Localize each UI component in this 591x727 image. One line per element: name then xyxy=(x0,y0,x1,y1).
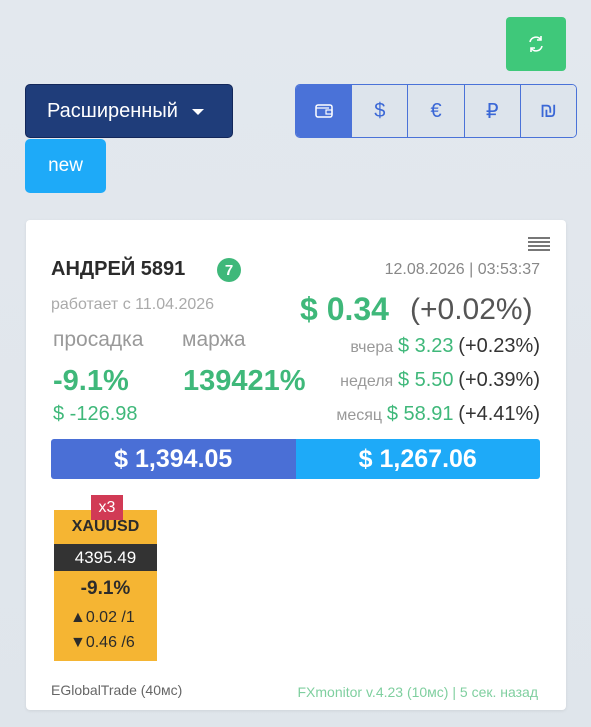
instrument-up-stat: ▲0.02 /1 xyxy=(70,609,135,626)
account-name: АНДРЕЙ 5891 xyxy=(51,258,186,280)
count-badge: 7 xyxy=(217,258,241,282)
mode-dropdown-label: Расширенный xyxy=(47,99,178,122)
currency-ils-button[interactable]: ₪ xyxy=(520,85,576,137)
multiplier-badge: x3 xyxy=(91,495,123,520)
period-percent: (+0.39%) xyxy=(458,369,540,391)
instrument-down-stat: ▼0.46 /6 xyxy=(70,634,135,651)
daily-change-value: $ 0.34 xyxy=(300,291,389,327)
new-button-label: new xyxy=(48,155,83,176)
wallet-icon xyxy=(314,104,333,118)
chevron-down-icon xyxy=(191,109,204,115)
period-label: вчера xyxy=(350,339,394,356)
currency-eur-label: € xyxy=(430,99,442,122)
drawdown-amount: $ -126.98 xyxy=(53,403,138,425)
period-month: месяц $ 58.91 (+4.41%) xyxy=(220,403,540,426)
instrument-percent: -9.1% xyxy=(80,578,131,599)
balance-equity-bar: $ 1,394.05 $ 1,267.06 xyxy=(51,439,540,479)
running-since: работает с 11.04.2026 xyxy=(51,296,215,313)
daily-change-percent: (+0.02%) xyxy=(410,293,533,326)
currency-eur-button[interactable]: € xyxy=(408,85,465,137)
menu-icon[interactable] xyxy=(528,237,550,251)
currency-wallet-button[interactable] xyxy=(296,85,353,137)
refresh-icon xyxy=(529,36,543,52)
currency-usd-button[interactable]: $ xyxy=(352,85,409,137)
instrument-symbol: XAUUSD xyxy=(71,518,140,535)
balance-value: $ 1,394.05 xyxy=(51,439,296,479)
timestamp: 12.08.2026 | 03:53:37 xyxy=(384,261,540,278)
drawdown-label: просадка xyxy=(53,328,144,351)
period-week: неделя $ 5.50 (+0.39%) xyxy=(220,369,540,392)
period-value: $ 5.50 xyxy=(397,369,454,391)
period-percent: (+0.23%) xyxy=(458,335,540,357)
period-percent: (+4.41%) xyxy=(458,403,540,425)
instrument-price: 4395.49 xyxy=(54,544,157,571)
period-yesterday: вчера $ 3.23 (+0.23%) xyxy=(220,335,540,358)
currency-rub-button[interactable]: ₽ xyxy=(464,85,521,137)
mode-dropdown-button[interactable]: Расширенный xyxy=(25,84,233,138)
period-label: неделя xyxy=(340,373,394,390)
period-value: $ 58.91 xyxy=(386,403,454,425)
currency-ils-label: ₪ xyxy=(539,99,557,122)
currency-usd-label: $ xyxy=(374,99,386,122)
refresh-button[interactable] xyxy=(506,17,566,71)
version-label: FXmonitor v.4.23 (10мс) | 5 сек. назад xyxy=(297,684,539,700)
broker-label: EGlobalTrade (40мс) xyxy=(51,682,183,698)
drawdown-percent: -9.1% xyxy=(53,365,129,397)
currency-rub-label: ₽ xyxy=(485,100,499,123)
period-label: месяц xyxy=(336,407,383,424)
equity-value: $ 1,267.06 xyxy=(295,439,540,479)
currency-selector: $ € ₽ ₪ xyxy=(295,84,577,138)
period-value: $ 3.23 xyxy=(397,335,454,357)
new-button[interactable]: new xyxy=(25,139,106,193)
